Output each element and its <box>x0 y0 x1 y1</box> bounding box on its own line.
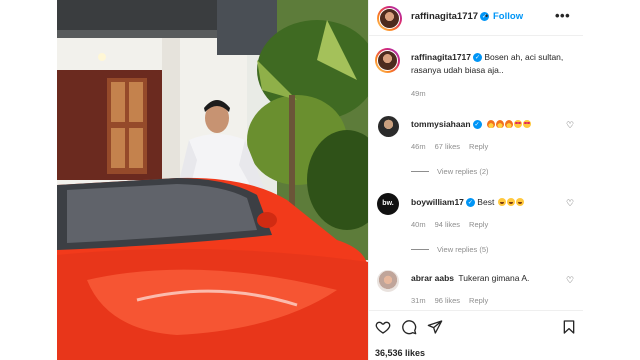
post-actions-bar: 36,536 likes <box>369 310 583 360</box>
fire-emoji-icon <box>504 120 513 128</box>
comment-meta: 46m 67 likes Reply <box>411 142 497 151</box>
author-username[interactable]: raffinagita1717 ✓ <box>411 11 490 22</box>
comment-username[interactable]: abrar aabs <box>411 273 454 283</box>
comment-emojis <box>497 197 524 207</box>
comment-likes[interactable]: 96 likes <box>435 296 460 305</box>
instagram-post: raffinagita1717 ✓ • Follow ••• raffinagit… <box>57 0 583 360</box>
laughing-emoji-icon <box>506 198 515 206</box>
caption-avatar[interactable] <box>375 48 400 73</box>
post-photo[interactable] <box>57 0 368 360</box>
comment-likes[interactable]: 67 likes <box>435 142 460 151</box>
heart-eyes-emoji-icon <box>513 120 522 128</box>
comment-emojis <box>486 119 531 129</box>
comment-username[interactable]: tommysiahaan <box>411 119 471 129</box>
caption-username[interactable]: raffinagita1717 <box>411 52 471 62</box>
heart-eyes-emoji-icon <box>522 120 531 128</box>
comment-avatar[interactable] <box>378 116 399 137</box>
comment-text: Best <box>477 197 495 207</box>
verified-badge-icon: ✓ <box>472 120 482 129</box>
share-icon[interactable] <box>427 319 443 335</box>
fire-emoji-icon <box>486 120 495 128</box>
comment-avatar[interactable] <box>377 270 399 292</box>
comment-time: 40m <box>411 220 426 229</box>
comment-like-heart-icon[interactable]: ♡ <box>566 199 574 209</box>
comment-username[interactable]: boywilliam17 <box>411 197 464 207</box>
bookmark-icon[interactable] <box>561 319 577 335</box>
likes-count[interactable]: 36,536 likes <box>375 348 425 358</box>
caption-time: 49m <box>411 89 426 98</box>
caption: raffinagita1717 ✓ Bosen ah, aci sultan, r… <box>411 51 577 77</box>
reply-button[interactable]: Reply <box>469 142 488 151</box>
comment-time: 46m <box>411 142 426 151</box>
fire-emoji-icon <box>495 120 504 128</box>
author-avatar[interactable] <box>377 6 402 31</box>
post-header: raffinagita1717 ✓ • Follow ••• <box>369 0 583 36</box>
photo-illustration <box>57 0 368 360</box>
comment-3: abrar aabs Tukeran gimana A. <box>411 273 529 283</box>
replies-line <box>411 171 429 172</box>
more-options-icon[interactable]: ••• <box>555 8 570 23</box>
comment-avatar[interactable]: bw. <box>377 193 399 215</box>
replies-line <box>411 249 429 250</box>
reply-button[interactable]: Reply <box>469 296 488 305</box>
comment-likes[interactable]: 94 likes <box>435 220 460 229</box>
follow-button[interactable]: Follow <box>493 11 523 22</box>
comment-2: boywilliam17 ✓ Best <box>411 197 524 207</box>
comment-1: tommysiahaan ✓ <box>411 119 531 129</box>
view-replies-button[interactable]: View replies (2) <box>411 167 489 176</box>
comment-like-heart-icon[interactable]: ♡ <box>566 121 574 131</box>
verified-badge-icon: ✓ <box>473 53 482 62</box>
laughing-emoji-icon <box>515 198 524 206</box>
verified-badge-icon: ✓ <box>465 198 475 207</box>
separator-dot: • <box>485 11 489 21</box>
comment-meta: 31m 96 likes Reply <box>411 296 497 305</box>
reply-button[interactable]: Reply <box>469 220 488 229</box>
post-sidebar: raffinagita1717 ✓ • Follow ••• raffinagit… <box>368 0 583 360</box>
comment-like-heart-icon[interactable]: ♡ <box>566 276 574 286</box>
comment-text: Tukeran gimana A. <box>458 273 530 283</box>
laughing-emoji-icon <box>497 198 506 206</box>
heart-icon[interactable] <box>375 319 391 335</box>
comment-time: 31m <box>411 296 426 305</box>
comment-meta: 40m 94 likes Reply <box>411 220 497 229</box>
comment-icon[interactable] <box>401 319 417 335</box>
view-replies-button[interactable]: View replies (5) <box>411 245 489 254</box>
